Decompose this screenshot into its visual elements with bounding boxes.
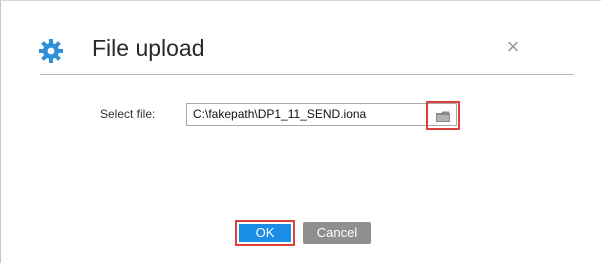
cancel-button[interactable]: Cancel [303, 222, 371, 244]
select-file-label: Select file: [100, 107, 156, 121]
header-divider [40, 74, 574, 75]
gear-icon [39, 39, 63, 63]
ok-button-label: OK [239, 224, 291, 242]
file-upload-dialog: File upload × Select file: C:\fakepath\D… [2, 2, 600, 262]
browse-button[interactable] [426, 101, 460, 130]
dialog-title: File upload [92, 35, 205, 61]
close-icon[interactable]: × [503, 36, 523, 58]
dialog-header: File upload × [2, 2, 600, 72]
file-path-value: C:\fakepath\DP1_11_SEND.iona [193, 107, 367, 121]
folder-icon [436, 111, 450, 122]
ok-button[interactable]: OK [235, 220, 295, 246]
file-path-input[interactable]: C:\fakepath\DP1_11_SEND.iona [186, 103, 457, 126]
